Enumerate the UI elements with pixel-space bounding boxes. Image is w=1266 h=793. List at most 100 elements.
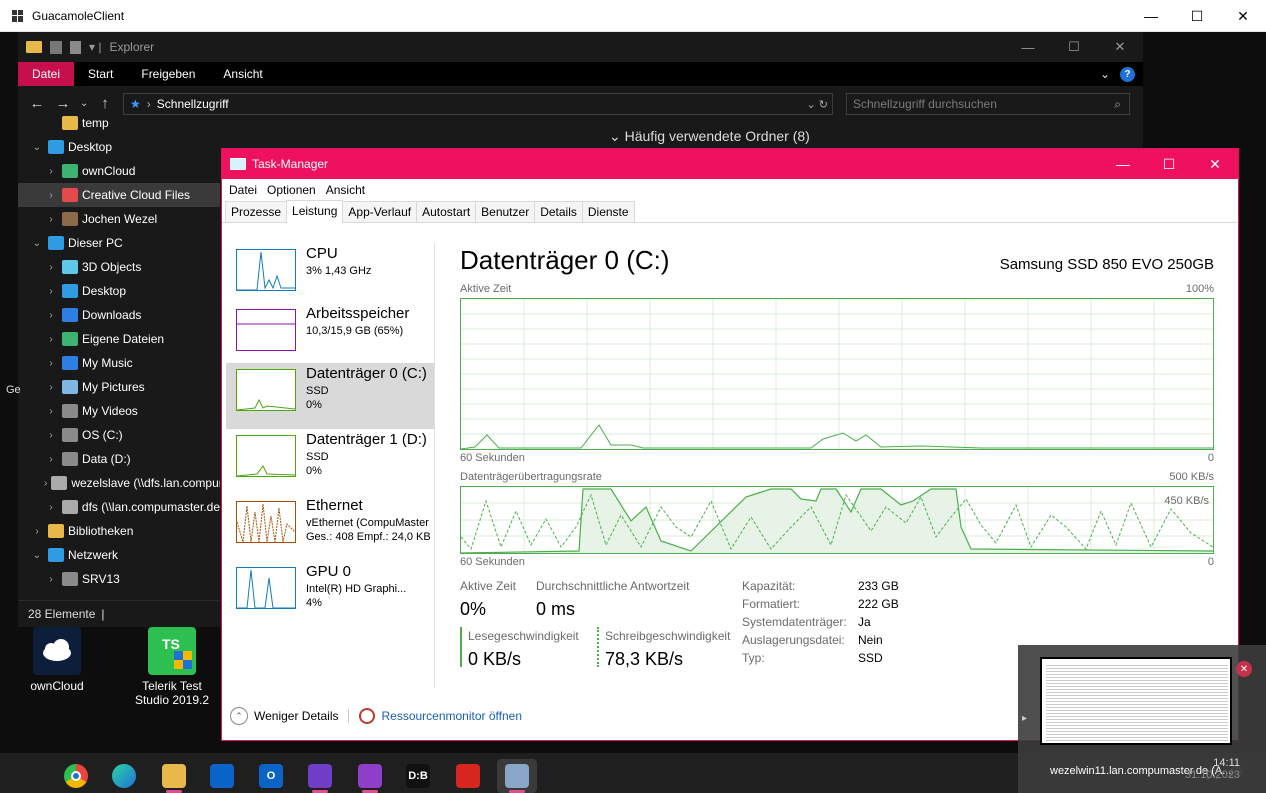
nav-item[interactable]: ⌄ Desktop xyxy=(18,135,220,159)
expand-chevron-icon[interactable]: › xyxy=(44,430,58,441)
expand-chevron-icon[interactable]: › xyxy=(44,286,58,297)
explorer-close-button[interactable]: ✕ xyxy=(1097,32,1143,62)
nav-item[interactable]: › OS (C:) xyxy=(18,423,220,447)
ribbon-tab-ansicht[interactable]: Ansicht xyxy=(209,62,276,86)
new-folder-icon[interactable] xyxy=(70,40,81,54)
expand-chevron-icon[interactable]: ⌄ xyxy=(30,550,44,561)
nav-item[interactable]: ⌄ Netzwerk xyxy=(18,543,220,567)
perf-item-gpu[interactable]: GPU 0 Intel(R) HD Graphi... 4% xyxy=(226,561,434,627)
help-icon[interactable]: ? xyxy=(1120,66,1135,82)
taskbar-file-explorer-button[interactable] xyxy=(154,759,194,793)
tab-prozesse[interactable]: Prozesse xyxy=(225,201,288,222)
nav-item[interactable]: › wezelslave (\\dfs.lan.compumaster.de xyxy=(18,471,220,495)
preview-close-icon[interactable]: ✕ xyxy=(1236,661,1252,677)
nav-item[interactable]: › My Music xyxy=(18,351,220,375)
expand-chevron-icon[interactable]: › xyxy=(44,454,58,465)
taskbar-outlook-button[interactable]: O xyxy=(251,759,291,793)
perf-item-cpu[interactable]: CPU 3% 1,43 GHz xyxy=(226,243,434,309)
expand-chevron-icon[interactable]: › xyxy=(44,502,58,513)
fewer-details-icon[interactable]: ⌃ xyxy=(230,707,248,725)
expand-chevron-icon[interactable]: › xyxy=(44,262,58,273)
taskbar-acrobat-button[interactable] xyxy=(448,759,488,793)
search-input[interactable]: Schnellzugriff durchsuchen ⌕ xyxy=(846,93,1130,115)
nav-item[interactable]: › Bibliotheken xyxy=(18,519,220,543)
taskbar-remote-button[interactable] xyxy=(497,759,537,793)
explorer-maximize-button[interactable]: ☐ xyxy=(1051,32,1097,62)
perf-item-memory[interactable]: Arbeitsspeicher 10,3/15,9 GB (65%) xyxy=(226,303,434,369)
taskbar-dib-button[interactable]: D:B xyxy=(398,759,438,793)
desktop-icon-owncloud[interactable]: ownCloud xyxy=(12,627,102,693)
nav-item[interactable]: › Creative Cloud Files xyxy=(18,183,220,207)
expand-chevron-icon[interactable]: › xyxy=(44,214,58,225)
recent-locations-icon[interactable]: ⌄ xyxy=(80,98,88,109)
ribbon-tab-freigeben[interactable]: Freigeben xyxy=(127,62,209,86)
forward-arrow-icon[interactable]: → xyxy=(54,95,72,112)
tab-app-verlauf[interactable]: App-Verlauf xyxy=(342,201,418,222)
nav-item[interactable]: › Data (D:) xyxy=(18,447,220,471)
outer-close-button[interactable]: ✕ xyxy=(1220,0,1266,32)
tab-dienste[interactable]: Dienste xyxy=(581,201,635,222)
tab-benutzer[interactable]: Benutzer xyxy=(475,201,536,222)
folder-icon[interactable] xyxy=(26,41,42,53)
taskbar-windows-start-button[interactable] xyxy=(6,759,46,793)
nav-item[interactable]: › Jochen Wezel xyxy=(18,207,220,231)
tm-close-button[interactable]: ✕ xyxy=(1192,149,1238,179)
outer-maximize-button[interactable]: ☐ xyxy=(1174,0,1220,32)
preview-thumbnail[interactable] xyxy=(1040,657,1232,745)
expand-chevron-icon[interactable]: › xyxy=(44,382,58,393)
clock[interactable]: 14:11 31.10.2023 xyxy=(1185,757,1240,781)
expand-chevron-icon[interactable]: › xyxy=(44,478,47,489)
ribbon-tab-datei[interactable]: Datei xyxy=(18,62,75,86)
nav-item[interactable]: › My Videos xyxy=(18,399,220,423)
tm-minimize-button[interactable]: — xyxy=(1100,149,1146,179)
up-arrow-icon[interactable]: ↑ xyxy=(96,95,114,112)
expand-chevron-icon[interactable]: › xyxy=(44,334,58,345)
nav-item[interactable]: › dfs (\\lan.compumaster.de xyxy=(18,495,220,519)
nav-item[interactable]: › Eigene Dateien xyxy=(18,327,220,351)
expand-chevron-icon[interactable]: › xyxy=(30,526,44,537)
back-arrow-icon[interactable]: ← xyxy=(28,95,46,112)
nav-item[interactable]: ⌄ Dieser PC xyxy=(18,231,220,255)
perf-item-disk0[interactable]: Datenträger 0 (C:) SSD 0% xyxy=(226,363,434,429)
taskbar-chrome-button[interactable] xyxy=(56,759,96,793)
taskbar-mail-button[interactable] xyxy=(202,759,242,793)
resource-monitor-link[interactable]: Ressourcenmonitor öffnen xyxy=(381,709,522,723)
menu-optionen[interactable]: Optionen xyxy=(262,183,321,197)
nav-item[interactable]: › SRV13 xyxy=(18,567,220,591)
expand-chevron-icon[interactable]: › xyxy=(44,406,58,417)
address-bar[interactable]: ★ › Schnellzugriff ⌄ ↻ xyxy=(123,93,833,115)
tab-details[interactable]: Details xyxy=(534,201,583,222)
tab-leistung[interactable]: Leistung xyxy=(286,200,344,223)
menu-ansicht[interactable]: Ansicht xyxy=(321,183,370,197)
expand-chevron-icon[interactable]: ⌄ xyxy=(30,238,44,249)
nav-item[interactable]: › Downloads xyxy=(18,303,220,327)
expand-chevron-icon[interactable]: › xyxy=(44,574,58,585)
menu-datei[interactable]: Datei xyxy=(224,183,262,197)
nav-item[interactable]: › My Pictures xyxy=(18,375,220,399)
nav-item[interactable]: › ownCloud xyxy=(18,159,220,183)
ribbon-tab-start[interactable]: Start xyxy=(74,62,127,86)
nav-item[interactable]: temp xyxy=(18,111,220,135)
desktop-icon-telerik[interactable]: TS Telerik Test Studio 2019.2 xyxy=(127,627,217,707)
customize-toolbar-icon[interactable]: ▾ | xyxy=(89,40,101,54)
properties-icon[interactable] xyxy=(50,40,62,54)
nav-item[interactable]: › Desktop xyxy=(18,279,220,303)
tab-autostart[interactable]: Autostart xyxy=(416,201,477,222)
perf-item-disk1[interactable]: Datenträger 1 (D:) SSD 0% xyxy=(226,429,434,495)
taskbar-github-button[interactable] xyxy=(300,759,340,793)
frequent-folders-header[interactable]: ⌄ Häufig verwendete Ordner (8) xyxy=(609,128,810,145)
expand-chevron-icon[interactable]: ⌄ xyxy=(30,142,44,153)
taskbar-edge-button[interactable] xyxy=(104,759,144,793)
taskbar-visual-studio-button[interactable] xyxy=(350,759,390,793)
fewer-details-link[interactable]: Weniger Details xyxy=(254,709,338,723)
expand-chevron-icon[interactable]: › xyxy=(44,310,58,321)
expand-chevron-icon[interactable]: › xyxy=(44,166,58,177)
refresh-icon[interactable]: ⌄ ↻ xyxy=(807,98,829,111)
expand-chevron-icon[interactable]: › xyxy=(44,358,58,369)
explorer-minimize-button[interactable]: — xyxy=(1005,32,1051,62)
expand-chevron-icon[interactable]: › xyxy=(44,190,58,201)
ribbon-expand-icon[interactable]: ⌄ xyxy=(1100,62,1110,86)
tm-maximize-button[interactable]: ☐ xyxy=(1146,149,1192,179)
perf-item-ethernet[interactable]: Ethernet vEthernet (CompuMaster Ges.: 408 … xyxy=(226,495,434,561)
outer-minimize-button[interactable]: — xyxy=(1128,0,1174,32)
